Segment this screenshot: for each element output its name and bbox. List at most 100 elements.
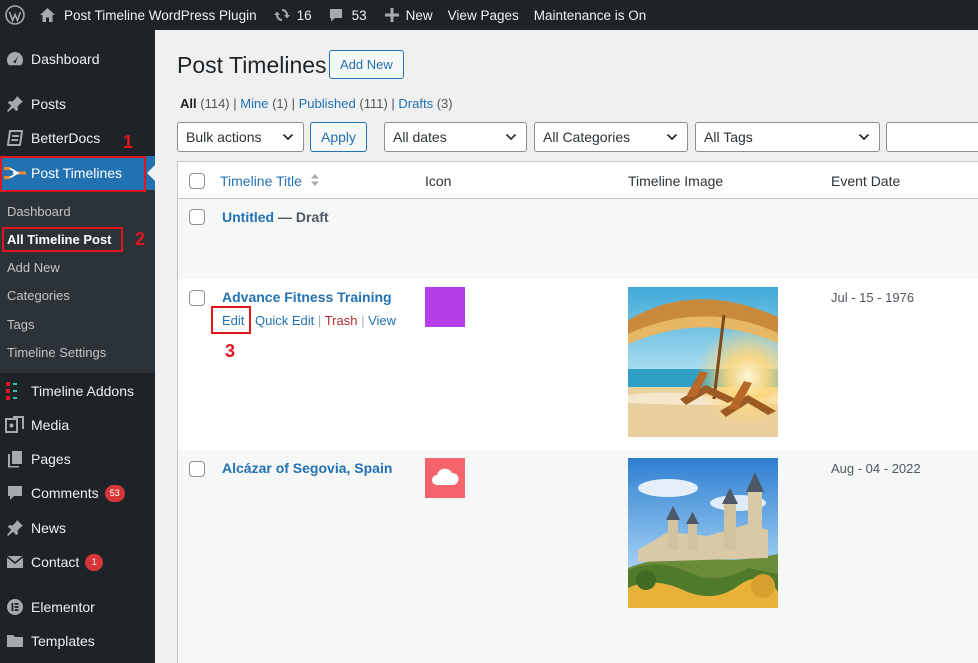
pushpin-icon xyxy=(4,94,26,114)
pages-icon xyxy=(4,449,26,469)
submenu-timeline-settings[interactable]: Timeline Settings xyxy=(0,338,155,366)
filter-all[interactable]: All xyxy=(180,96,197,111)
callout-number-1: 1 xyxy=(123,132,134,152)
dates-filter-select[interactable]: All dates xyxy=(384,122,527,152)
menu-posts[interactable]: Posts xyxy=(0,87,155,121)
submenu-tags[interactable]: Tags xyxy=(0,310,155,338)
filter-separator: | xyxy=(291,96,295,111)
admin-bar: Post Timeline WordPress Plugin 16 53 New… xyxy=(0,0,978,30)
row-title-text: Untitled xyxy=(222,209,275,225)
menu-pages-label: Pages xyxy=(31,451,71,467)
filter-separator: | xyxy=(233,96,237,111)
callout-box-3 xyxy=(211,306,251,334)
filter-mine[interactable]: Mine xyxy=(240,96,268,111)
current-menu-arrow xyxy=(147,165,155,181)
menu-comments[interactable]: Comments 53 xyxy=(0,476,155,510)
row-title-link[interactable]: Advance Fitness Training xyxy=(222,289,392,305)
view-pages-label: View Pages xyxy=(447,7,519,23)
timeline-posts-table: Timeline Title Icon Timeline Image Event… xyxy=(177,161,978,663)
menu-dashboard[interactable]: Dashboard xyxy=(0,42,155,76)
menu-templates-label: Templates xyxy=(31,633,95,649)
submenu-dashboard[interactable]: Dashboard xyxy=(0,197,155,225)
extra-filter-input[interactable] xyxy=(886,122,978,152)
menu-templates[interactable]: Templates xyxy=(0,624,155,658)
tags-filter-value: All Tags xyxy=(704,129,753,145)
callout-number-3: 3 xyxy=(225,341,236,361)
admin-sidebar: Dashboard Posts BetterDocs Post Timeline… xyxy=(0,30,155,663)
table-header: Timeline Title Icon Timeline Image Event… xyxy=(178,162,978,199)
site-name-link[interactable]: Post Timeline WordPress Plugin xyxy=(33,0,264,30)
row-checkbox[interactable] xyxy=(189,461,205,477)
quick-edit-link[interactable]: Quick Edit xyxy=(255,313,314,328)
filter-all-count: (114) xyxy=(200,96,230,111)
envelope-icon xyxy=(4,552,26,572)
filter-drafts[interactable]: Drafts xyxy=(398,96,433,111)
menu-news[interactable]: News xyxy=(0,511,155,545)
comment-bubble-icon xyxy=(328,7,344,23)
maintenance-link[interactable]: Maintenance is On xyxy=(526,0,654,30)
menu-elementor-label: Elementor xyxy=(31,599,95,615)
new-content-link[interactable]: New xyxy=(374,0,440,30)
row-state: — Draft xyxy=(274,209,329,225)
comments-link[interactable]: 53 xyxy=(319,0,374,30)
table-row: Advance Fitness Training Edit | Quick Ed… xyxy=(178,279,978,450)
maintenance-label: Maintenance is On xyxy=(533,7,647,23)
folder-icon xyxy=(4,631,26,651)
dashboard-icon xyxy=(4,49,26,69)
row-checkbox[interactable] xyxy=(189,209,205,225)
menu-timeline-addons-label: Timeline Addons xyxy=(31,383,134,399)
row-title-link[interactable]: Alcázar of Segovia, Spain xyxy=(222,460,392,476)
callout-number-2: 2 xyxy=(135,229,146,249)
row-checkbox[interactable] xyxy=(189,290,205,306)
castle-image xyxy=(628,458,778,608)
elementor-icon xyxy=(4,597,26,617)
menu-media[interactable]: Media xyxy=(0,408,155,442)
trash-link[interactable]: Trash xyxy=(325,313,358,328)
view-pages-link[interactable]: View Pages xyxy=(440,0,526,30)
chevron-down-icon xyxy=(858,133,870,141)
row-title-link[interactable]: Untitled — Draft xyxy=(222,209,329,225)
menu-posts-label: Posts xyxy=(31,96,67,112)
contact-badge: 1 xyxy=(85,553,104,571)
menu-news-label: News xyxy=(31,520,67,536)
menu-timeline-addons[interactable]: Timeline Addons xyxy=(0,374,155,408)
menu-comments-label: Comments xyxy=(31,485,99,501)
submenu-add-new[interactable]: Add New xyxy=(0,253,155,281)
main-content: Post Timelines Add New All (114) | Mine … xyxy=(155,30,978,663)
add-new-button[interactable]: Add New xyxy=(329,50,404,79)
page-title: Post Timelines xyxy=(177,52,327,78)
menu-pages[interactable]: Pages xyxy=(0,442,155,476)
column-title-header[interactable]: Timeline Title xyxy=(220,173,320,189)
bulk-actions-select[interactable]: Bulk actions xyxy=(177,122,304,152)
apply-button[interactable]: Apply xyxy=(310,122,367,152)
updates-icon xyxy=(273,7,291,23)
site-name: Post Timeline WordPress Plugin xyxy=(64,7,257,23)
event-date: Jul - 15 - 1976 xyxy=(831,290,915,305)
filter-published[interactable]: Published xyxy=(299,96,356,111)
chevron-down-icon xyxy=(282,133,294,141)
table-row: Untitled — Draft xyxy=(178,199,978,279)
betterdocs-icon xyxy=(4,128,26,148)
pushpin-icon xyxy=(4,518,26,538)
menu-contact[interactable]: Contact 1 xyxy=(0,545,155,579)
menu-dashboard-label: Dashboard xyxy=(31,51,100,67)
event-date: Aug - 04 - 2022 xyxy=(831,461,921,476)
updates-link[interactable]: 16 xyxy=(264,0,319,30)
tags-filter-select[interactable]: All Tags xyxy=(695,122,880,152)
menu-elementor[interactable]: Elementor xyxy=(0,590,155,624)
menu-contact-label: Contact xyxy=(31,554,80,570)
cloud-icon xyxy=(425,458,465,498)
chevron-down-icon xyxy=(666,133,678,141)
dates-filter-value: All dates xyxy=(393,129,447,145)
menu-betterdocs-label: BetterDocs xyxy=(31,130,101,146)
timeline-addons-icon xyxy=(4,381,26,401)
view-link[interactable]: View xyxy=(368,313,396,328)
beach-chairs-image xyxy=(628,287,778,437)
select-all-checkbox[interactable] xyxy=(189,173,205,189)
categories-filter-select[interactable]: All Categories xyxy=(534,122,688,152)
media-icon xyxy=(4,415,26,435)
column-title-label: Timeline Title xyxy=(220,173,302,189)
comments-badge: 53 xyxy=(104,484,125,502)
submenu-categories[interactable]: Categories xyxy=(0,281,155,309)
wordpress-logo-icon[interactable] xyxy=(0,0,33,30)
